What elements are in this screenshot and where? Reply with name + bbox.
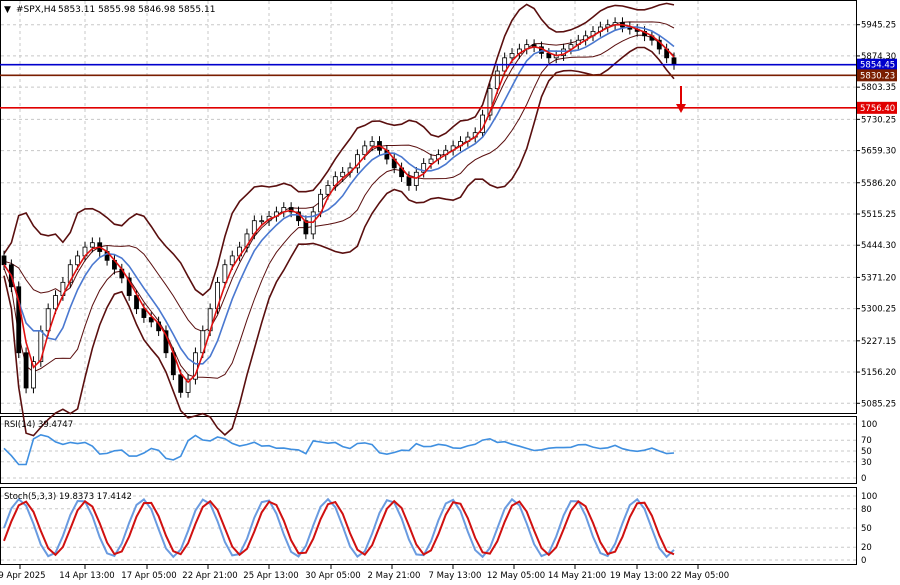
price-label: 5830.23 <box>860 71 895 81</box>
y-tick-label: 100 <box>861 492 877 502</box>
x-tick-label: 9 Apr 2025 <box>0 571 46 581</box>
y-tick-label: 5659.30 <box>861 147 896 157</box>
y-tick-label: 5803.35 <box>861 83 896 93</box>
y-tick-label: 5586.20 <box>861 179 896 189</box>
dropdown-arrow-icon[interactable]: ▼ <box>4 5 11 15</box>
symbol-label: #SPX,H4 <box>16 5 56 15</box>
x-tick-label: 22 May 05:00 <box>671 571 729 581</box>
x-tick-label: 17 Apr 05:00 <box>121 571 176 581</box>
x-tick-label: 14 Apr 13:00 <box>59 571 114 581</box>
candle <box>163 325 169 359</box>
y-tick-label: 5300.25 <box>861 305 896 315</box>
rsi-panel <box>0 416 857 484</box>
candle <box>193 347 198 385</box>
x-tick-label: 12 May 05:00 <box>487 571 545 581</box>
y-tick-label: 100 <box>861 420 877 430</box>
y-tick-label: 70 <box>861 436 872 446</box>
y-tick-label: 5371.20 <box>861 273 896 283</box>
trading-chart[interactable]: 5854.455830.23 5756.40 5945.25 5874.30 5803… <box>0 0 900 585</box>
price-label: 5756.40 <box>860 104 895 114</box>
y-tick-label: 5730.25 <box>861 115 896 125</box>
y-tick-label: 5156.20 <box>861 368 896 378</box>
y-tick-label: 50 <box>861 524 872 534</box>
x-tick-label: 22 Apr 21:00 <box>182 571 237 581</box>
y-tick-label: 5085.25 <box>861 399 896 409</box>
x-tick-label: 7 May 13:00 <box>429 571 482 581</box>
y-tick-label: 50 <box>861 447 872 457</box>
x-tick-label: 14 May 21:00 <box>548 571 606 581</box>
y-tick-label: 5227.15 <box>861 337 896 347</box>
y-tick-label: 30 <box>861 458 872 468</box>
candle <box>23 347 29 394</box>
y-tick-label: 5945.25 <box>861 21 896 31</box>
x-tick-label: 2 May 21:00 <box>368 571 421 581</box>
x-tick-label: 30 Apr 05:00 <box>305 571 360 581</box>
stoch-title: Stoch(5,3,3) 19.8373 17.4142 <box>4 492 132 502</box>
main-panel <box>0 0 857 414</box>
y-tick-label: 5874.30 <box>861 52 896 62</box>
y-tick-label: 5444.30 <box>861 241 896 251</box>
price-label: 5854.45 <box>860 61 895 71</box>
x-tick-label: 19 May 13:00 <box>610 571 668 581</box>
y-tick-label: 20 <box>861 543 872 553</box>
x-tick-label: 25 Apr 13:00 <box>243 571 298 581</box>
y-tick-label: 0 <box>861 474 866 484</box>
y-tick-label: 0 <box>861 556 866 566</box>
y-tick-label: 80 <box>861 505 872 515</box>
ohlc-readout: 5853.11 5855.98 5846.98 5855.11 <box>58 5 215 15</box>
y-tick-label: 5515.25 <box>861 210 896 220</box>
candle <box>16 281 22 359</box>
rsi-title: RSI(14) 39.4747 <box>4 420 73 430</box>
